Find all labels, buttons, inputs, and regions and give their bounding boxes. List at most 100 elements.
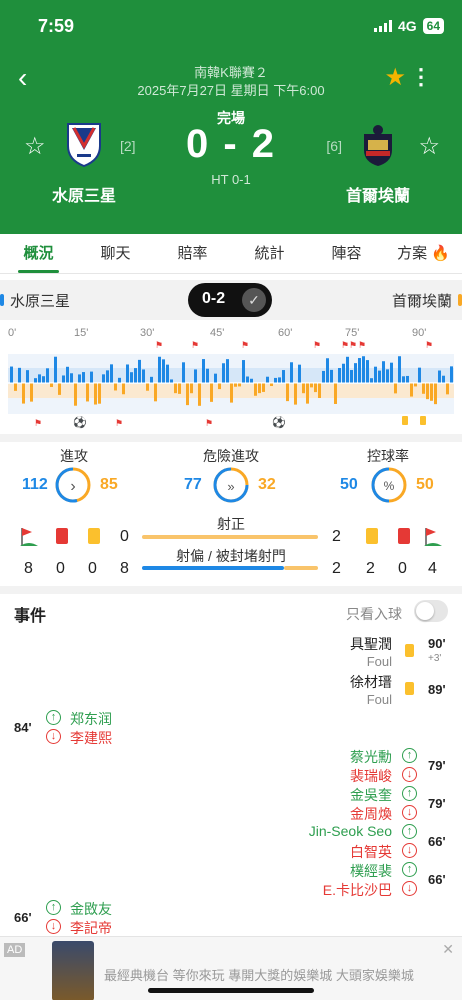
- momentum-bar: [386, 369, 389, 383]
- more-menu-icon[interactable]: ⋮: [410, 66, 432, 88]
- svg-text:›: ›: [70, 478, 75, 495]
- momentum-bar: [194, 369, 197, 383]
- dangerous-away: 32: [258, 476, 276, 493]
- momentum-bar: [166, 364, 169, 383]
- sub-in-player[interactable]: 郑东润: [70, 709, 112, 729]
- event-minute: 66': [428, 834, 446, 849]
- minute-tick: 0': [8, 327, 16, 339]
- event-extra-time: +3': [428, 653, 442, 664]
- momentum-bar: [130, 372, 133, 383]
- event-player[interactable]: 具聖潤: [350, 634, 392, 654]
- svg-text:⚑: ⚑: [425, 340, 433, 350]
- yellow-card-icon: [405, 682, 414, 695]
- momentum-bar: [202, 359, 205, 383]
- momentum-bar: [106, 370, 109, 383]
- sub-out-player[interactable]: 白智英: [350, 842, 392, 862]
- momentum-bar: [170, 379, 173, 383]
- sub-in-player[interactable]: 金吳奎: [350, 785, 392, 805]
- momentum-bar: [342, 363, 345, 383]
- sub-in-player[interactable]: 金敃友: [70, 899, 112, 919]
- momentum-bar: [226, 359, 229, 383]
- momentum-bar: [10, 366, 13, 383]
- sub-in-player[interactable]: Jin-Seok Seo: [309, 823, 392, 839]
- momentum-graph[interactable]: 0' 15' 30' 45' 60' 75' 90' ⚑ ⚑ ⚑ ⚑ ⚑ ⚑ ⚑ ⚑ ⚑ ⚽…: [0, 322, 462, 432]
- momentum-bar: [318, 383, 321, 399]
- sub-in-player[interactable]: 蔡光勳: [350, 747, 392, 767]
- momentum-bar: [98, 383, 101, 404]
- shots-on-away: 2: [332, 528, 341, 545]
- momentum-bar: [250, 378, 253, 383]
- tab-lineup[interactable]: 陣容: [308, 234, 385, 273]
- momentum-bar: [414, 383, 417, 387]
- svg-text:⚽: ⚽: [72, 416, 87, 429]
- sub-out-player[interactable]: 金周煥: [350, 804, 392, 824]
- favorite-star-icon[interactable]: ★: [384, 66, 406, 90]
- momentum-bar: [66, 366, 69, 383]
- momentum-bar: [262, 383, 265, 392]
- goals-only-toggle[interactable]: [414, 600, 448, 622]
- shots-off-label: 射偏 / 被封堵射門: [176, 548, 286, 564]
- tab-chat[interactable]: 聊天: [77, 234, 154, 273]
- tab-tips[interactable]: 方案 🔥: [385, 234, 462, 273]
- momentum-bar: [438, 370, 441, 383]
- away-follow-star-icon[interactable]: ☆: [418, 132, 440, 161]
- possession-home: 50: [340, 476, 358, 493]
- sub-out-player[interactable]: 李記帝: [70, 918, 112, 938]
- momentum-bar: [298, 364, 301, 383]
- momentum-bar: [378, 370, 381, 383]
- momentum-bar: [402, 376, 405, 383]
- momentum-bar: [186, 383, 189, 406]
- momentum-bar: [422, 383, 425, 394]
- shots-on-bar: [142, 535, 318, 539]
- momentum-bar: [182, 362, 185, 383]
- away-team-name[interactable]: 首爾埃蘭: [338, 182, 418, 206]
- sub-out-icon: ↓: [402, 805, 417, 820]
- event-minute: 66': [428, 872, 446, 887]
- momentum-bar: [50, 383, 53, 388]
- momentum-bar: [206, 368, 209, 383]
- home-team-name[interactable]: 水原三星: [44, 182, 124, 206]
- close-icon[interactable]: ✕: [442, 941, 454, 958]
- momentum-bar: [134, 368, 137, 383]
- momentum-bar: [338, 368, 341, 383]
- momentum-bar: [58, 383, 61, 395]
- momentum-bar: [274, 377, 277, 383]
- momentum-bar: [290, 362, 293, 383]
- momentum-bar: [110, 364, 113, 383]
- svg-text:⚑: ⚑: [34, 418, 42, 428]
- signal-icon: [373, 20, 392, 32]
- dangerous-ring-icon: »: [213, 467, 249, 503]
- match-header: 7:59 4G 64 ‹ 南韓K聯賽２ 2025年7月27日 星期日 下午6:0…: [0, 0, 462, 234]
- momentum-bar: [238, 383, 241, 387]
- momentum-bar: [434, 383, 437, 405]
- sub-in-icon: ↑: [402, 786, 417, 801]
- tab-stats[interactable]: 統計: [231, 234, 308, 273]
- sub-out-player[interactable]: E.卡比沙巴: [323, 880, 392, 900]
- sub-out-icon: ↓: [402, 767, 417, 782]
- momentum-bar: [330, 369, 333, 383]
- event-minute: 89': [428, 682, 446, 697]
- attacks-away: 85: [100, 476, 118, 493]
- away-rank: [6]: [326, 138, 342, 154]
- momentum-bar: [350, 370, 353, 383]
- tab-odds[interactable]: 賠率: [154, 234, 231, 273]
- section-divider: [0, 586, 462, 594]
- momentum-bar: [70, 373, 73, 383]
- momentum-bar: [26, 370, 29, 383]
- momentum-bar: [178, 383, 181, 394]
- tab-overview[interactable]: 概況: [0, 234, 77, 273]
- momentum-bar: [230, 383, 233, 403]
- away-color-marker: [458, 294, 462, 306]
- momentum-bar: [118, 377, 121, 383]
- away-red-card-icon: [398, 528, 410, 544]
- event-player[interactable]: 徐材瑨: [350, 672, 392, 692]
- timeline-score-pill[interactable]: 0-2 ✓: [188, 283, 272, 317]
- minute-tick: 90': [412, 327, 426, 339]
- sub-in-player[interactable]: 樸經裴: [350, 861, 392, 881]
- svg-text:⚑: ⚑: [341, 340, 349, 350]
- momentum-bar: [282, 370, 285, 383]
- minute-ticks: 0' 15' 30' 45' 60' 75' 90': [8, 327, 426, 339]
- sub-out-player[interactable]: 李建熙: [70, 728, 112, 748]
- sub-out-player[interactable]: 裴瑞峻: [350, 766, 392, 786]
- momentum-bar: [62, 375, 65, 383]
